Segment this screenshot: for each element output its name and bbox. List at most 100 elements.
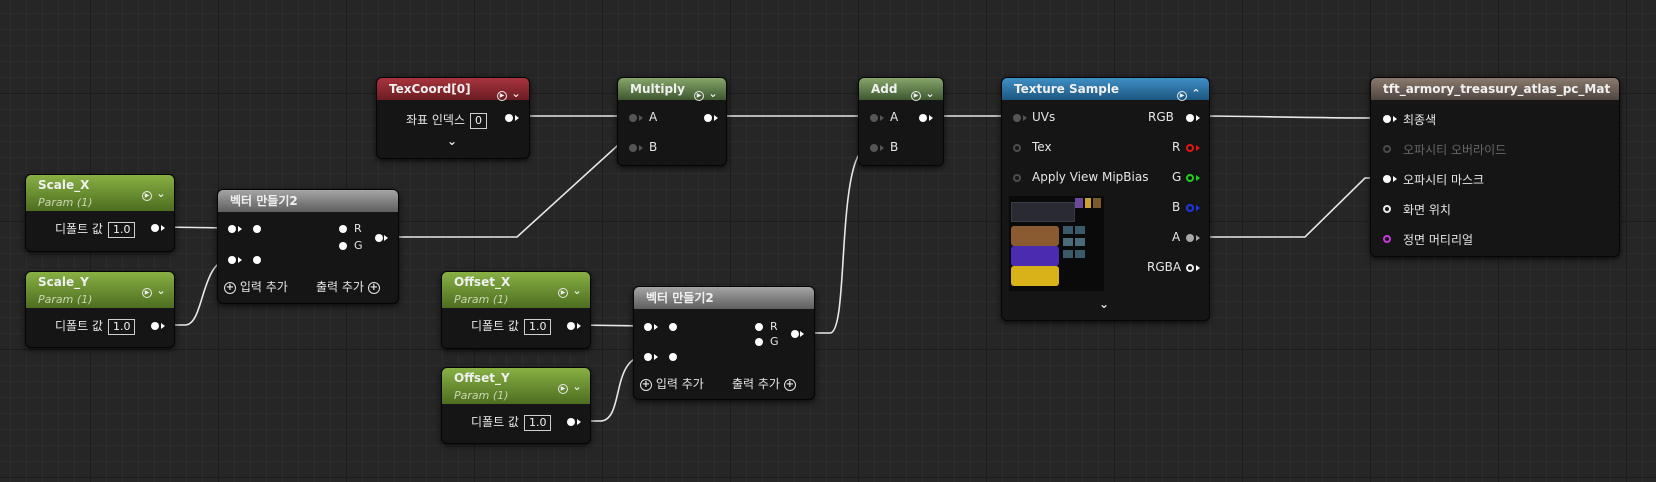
output-rgb-label: RGB — [1148, 110, 1174, 124]
output-pin-rgb[interactable] — [1186, 114, 1194, 122]
internal-pin-g-out[interactable] — [339, 242, 347, 250]
input-pin-opacity-mask[interactable] — [1383, 175, 1391, 183]
output-pin-r[interactable] — [1186, 144, 1194, 152]
output-pin-a[interactable] — [1186, 234, 1194, 242]
internal-pin-g-out[interactable] — [755, 338, 763, 346]
node-header[interactable]: tft_armory_treasury_atlas_pc_Mat — [1371, 78, 1619, 100]
output-pin[interactable] — [919, 114, 927, 122]
node-header[interactable]: Texture Sample ▶ ⌃ — [1002, 78, 1209, 101]
input-pin-final-color[interactable] — [1383, 115, 1391, 123]
add-output-button[interactable]: 출력 추가 + — [316, 278, 380, 295]
input-opacity-mask-label: 오파시티 마스크 — [1403, 173, 1485, 187]
play-circle-icon[interactable]: ▶ — [1177, 91, 1187, 101]
play-circle-icon[interactable]: ▶ — [911, 91, 921, 101]
input-pin-mipbias[interactable] — [1013, 174, 1021, 182]
input-pin-screen-position[interactable] — [1383, 205, 1391, 213]
node-header[interactable]: 벡터 만들기2 — [218, 190, 398, 212]
play-circle-icon[interactable]: ▶ — [558, 288, 568, 298]
pin-arrow-icon — [1196, 115, 1200, 121]
chevron-down-icon[interactable]: ⌄ — [1099, 297, 1109, 311]
offset-x-param-node[interactable]: Offset_X Param (1) ▶ ⌄ 디폴트 값 1.0 — [441, 271, 591, 349]
offset-y-param-node[interactable]: Offset_Y Param (1) ▶ ⌄ 디폴트 값 1.0 — [441, 367, 591, 444]
input-pin-a[interactable] — [870, 114, 878, 122]
add-output-button[interactable]: 출력 추가 + — [732, 375, 796, 392]
input-pin-0[interactable] — [644, 323, 652, 331]
chevron-down-icon[interactable]: ⌄ — [156, 285, 166, 296]
input-pin-0[interactable] — [228, 225, 236, 233]
node-header[interactable]: 벡터 만들기2 — [634, 287, 814, 309]
coord-index-value[interactable]: 0 — [470, 113, 488, 129]
input-pin-b[interactable] — [629, 144, 637, 152]
scale-y-param-node[interactable]: Scale_Y Param (1) ▶ ⌄ 디폴트 값 1.0 — [25, 271, 175, 348]
chevron-down-icon[interactable]: ⌄ — [156, 188, 166, 199]
play-circle-icon[interactable]: ▶ — [142, 191, 152, 201]
internal-pin-r-out[interactable] — [755, 323, 763, 331]
input-opacity-override-label: 오파시티 오버라이드 — [1403, 143, 1507, 157]
play-circle-icon[interactable]: ▶ — [558, 384, 568, 394]
internal-pin-r-out[interactable] — [339, 225, 347, 233]
chevron-down-icon[interactable]: ⌄ — [708, 88, 718, 99]
make-vector-node-1[interactable]: 벡터 만들기2 R G + 입력 추가 출력 추가 + — [217, 189, 399, 304]
internal-pin-g[interactable] — [669, 353, 677, 361]
node-header[interactable]: Multiply ▶ ⌄ — [618, 78, 726, 101]
pin-arrow-icon — [714, 115, 718, 121]
output-pin[interactable] — [505, 114, 513, 122]
node-header[interactable]: TexCoord[0] ▶ ⌄ — [377, 78, 529, 101]
input-pin-1[interactable] — [644, 353, 652, 361]
default-value-input[interactable]: 1.0 — [523, 415, 552, 431]
output-pin[interactable] — [567, 322, 575, 330]
input-pin-front-material[interactable] — [1383, 235, 1391, 243]
output-pin-b[interactable] — [1186, 204, 1194, 212]
input-pin-tex[interactable] — [1013, 144, 1021, 152]
default-value-input[interactable]: 1.0 — [523, 319, 552, 335]
chevron-down-icon[interactable]: ⌄ — [572, 285, 582, 296]
add-node[interactable]: Add ▶ ⌄ A B — [858, 77, 944, 166]
input-pin-a[interactable] — [629, 114, 637, 122]
input-pin-opacity-override[interactable] — [1383, 145, 1391, 153]
wire-a-to-opacity-mask — [1195, 177, 1384, 238]
make-vector-node-2[interactable]: 벡터 만들기2 R G + 입력 추가 출력 추가 + — [633, 286, 815, 400]
play-circle-icon[interactable]: ▶ — [497, 91, 507, 101]
add-input-button[interactable]: + 입력 추가 — [640, 375, 704, 392]
node-header[interactable]: Add ▶ ⌄ — [859, 78, 943, 101]
output-pin[interactable] — [375, 234, 383, 242]
input-pin-uvs[interactable] — [1013, 114, 1021, 122]
default-value-label: 디폴트 값 1.0 — [55, 220, 136, 238]
node-header[interactable]: Scale_X Param (1) ▶ ⌄ — [26, 175, 174, 211]
input-tex-label: Tex — [1032, 140, 1052, 154]
add-input-button[interactable]: + 입력 추가 — [224, 278, 288, 295]
material-output-node[interactable]: tft_armory_treasury_atlas_pc_Mat 최종색 오파시… — [1370, 77, 1620, 257]
texture-thumbnail — [1009, 196, 1104, 291]
internal-pin-g[interactable] — [253, 256, 261, 264]
texture-sample-node[interactable]: Texture Sample ▶ ⌃ UVs Tex Apply View Mip… — [1001, 77, 1210, 321]
play-circle-icon[interactable]: ▶ — [142, 288, 152, 298]
chevron-down-icon[interactable]: ⌄ — [925, 88, 935, 99]
input-pin-b[interactable] — [870, 144, 878, 152]
node-header[interactable]: Offset_X Param (1) ▶ ⌄ — [442, 272, 590, 308]
input-pin-1[interactable] — [228, 256, 236, 264]
chevron-down-icon[interactable]: ⌄ — [511, 88, 521, 99]
node-header[interactable]: Scale_Y Param (1) ▶ ⌄ — [26, 272, 174, 308]
chevron-down-icon[interactable]: ⌄ — [572, 381, 582, 392]
chevron-down-icon[interactable]: ⌄ — [447, 134, 457, 148]
output-pin[interactable] — [567, 418, 575, 426]
internal-pin-r[interactable] — [253, 225, 261, 233]
texcoord-node[interactable]: TexCoord[0] ▶ ⌄ 좌표 인덱스 0 ⌄ — [376, 77, 530, 159]
multiply-node[interactable]: Multiply ▶ ⌄ A B — [617, 77, 727, 166]
default-value-input[interactable]: 1.0 — [107, 319, 136, 335]
scale-x-param-node[interactable]: Scale_X Param (1) ▶ ⌄ 디폴트 값 1.0 — [25, 174, 175, 252]
pin-arrow-icon — [929, 115, 933, 121]
output-pin[interactable] — [151, 322, 159, 330]
output-pin[interactable] — [151, 224, 159, 232]
output-pin-g[interactable] — [1186, 174, 1194, 182]
default-value-input[interactable]: 1.0 — [107, 222, 136, 238]
pin-arrow-icon — [639, 145, 643, 151]
chevron-up-icon[interactable]: ⌃ — [1191, 88, 1201, 99]
output-pin[interactable] — [704, 114, 712, 122]
pin-arrow-icon — [1196, 145, 1200, 151]
play-circle-icon[interactable]: ▶ — [694, 91, 704, 101]
internal-pin-r[interactable] — [669, 323, 677, 331]
node-header[interactable]: Offset_Y Param (1) ▶ ⌄ — [442, 368, 590, 404]
output-pin-rgba[interactable] — [1186, 264, 1194, 272]
output-pin[interactable] — [791, 330, 799, 338]
